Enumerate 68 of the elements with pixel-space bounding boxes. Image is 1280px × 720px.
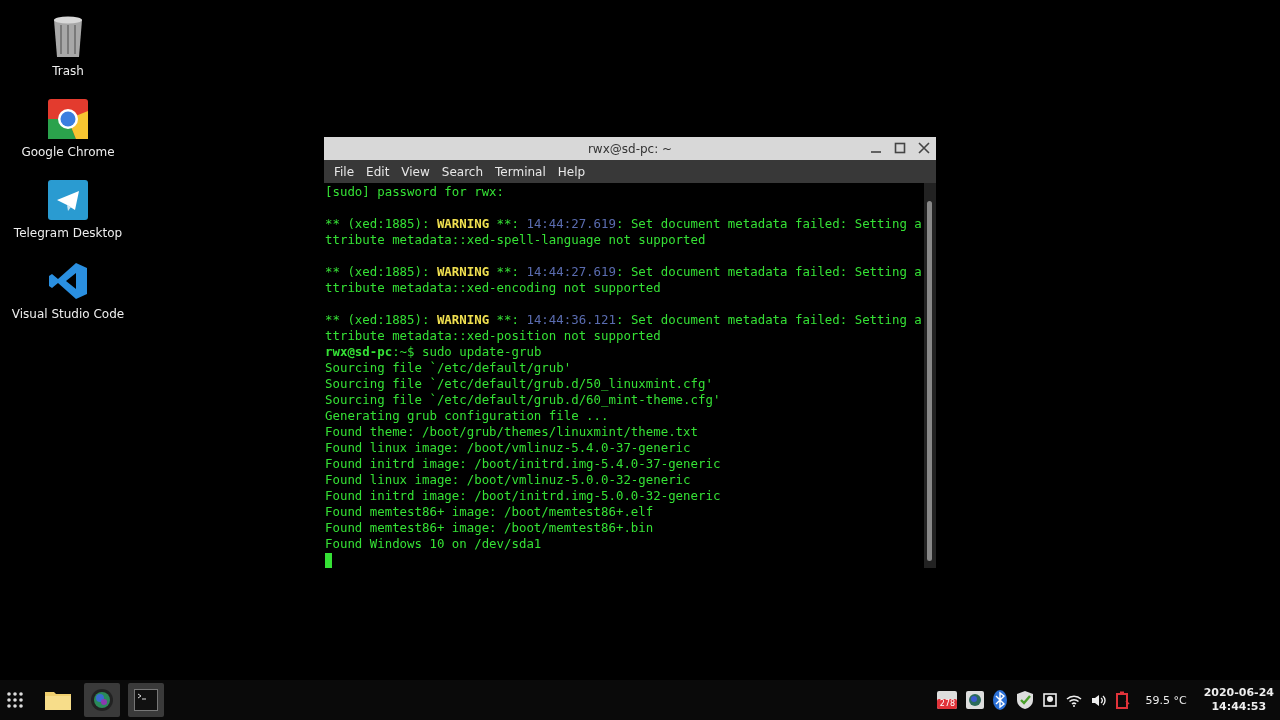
terminal-text: Found memtest86+ image: /boot/memtest86+.elf [325,504,654,519]
scrollbar[interactable] [924,183,936,568]
terminal-text: ttribute metadata::xed-position not supported [325,328,661,343]
terminal-text: ** (xed:1885): [325,312,431,327]
terminal-text: Found initrd image: /boot/initrd.img-5.4.0-37-generic [325,456,721,471]
menu-item[interactable]: Terminal [489,164,552,179]
timestamp: 14:44:27.619 [526,264,616,279]
terminal-text: Found theme: /boot/grub/themes/linuxmint/theme.txt [325,424,698,439]
terminal-text: Sourcing file `/etc/default/grub' [325,360,572,375]
desktop-icon-label[interactable]: Google Chrome [10,145,126,160]
mail-notification-icon[interactable]: 278 [937,691,958,709]
terminal-text: [sudo] password for rwx: [325,184,505,199]
terminal-text: Sourcing file `/etc/default/grub.d/60_mint-theme.cfg' [325,392,721,407]
volume-icon[interactable] [1091,693,1108,707]
terminal-text: **: [495,264,520,279]
terminal-text: Found initrd image: /boot/initrd.img-5.0.0-32-generic [325,488,721,503]
timestamp: 14:44:27.619 [526,216,616,231]
desktop-icon-label[interactable]: Telegram Desktop [10,226,126,241]
app-grid-menu-icon[interactable] [6,691,24,709]
close-icon[interactable] [918,142,930,154]
terminal-text: ** (xed:1885): [325,216,431,231]
desktop-icon-label[interactable]: Visual Studio Code [10,307,126,322]
terminal-text: Found linux image: /boot/vmlinuz-5.4.0-37-generic [325,440,691,455]
terminal-text: ** (xed:1885): [325,264,431,279]
terminal-icon [134,689,158,711]
menu-item[interactable]: Edit [360,164,396,179]
desktop-icon-label[interactable]: Trash [10,64,126,79]
terminal-text: Generating grub configuration file ... [325,408,609,423]
window-title: rwx@sd-pc: ~ [587,141,673,156]
terminal-text: **: [495,312,520,327]
clock-time[interactable]: 14:44:53 [1211,700,1267,714]
unread-count-badge: 278 [937,699,958,709]
menu-item[interactable]: File [328,164,361,179]
chrome-logo-icon[interactable] [48,99,88,139]
trash-can-icon[interactable] [53,16,83,58]
temperature-reading: 59.5 °C [1145,693,1187,707]
menu-item[interactable]: View [395,164,436,179]
maximize-icon[interactable] [894,142,906,154]
terminal-text: ttribute metadata::xed-encoding not supported [325,280,661,295]
terminal-text: : Set document metadata failed: Setting a [615,312,922,327]
code-editor-logo-icon[interactable] [48,261,88,301]
terminal-text: ttribute metadata::xed-spell-language not supported [325,232,706,247]
timestamp: 14:44:36.121 [526,312,616,327]
menu-item[interactable]: Help [551,164,592,179]
folder-icon [44,689,72,711]
terminal-text: Found memtest86+ image: /boot/memtest86+.bin [325,520,654,535]
terminal-text: :~$ sudo update-grub [392,344,542,359]
terminal-text: Found Windows 10 on /dev/sda1 [325,536,542,551]
camera-lens-icon [90,688,114,712]
shell-prompt: rwx@sd-pc [325,344,393,359]
menu-item[interactable]: Search [435,164,490,179]
warning-label: WARNING [436,312,490,327]
terminal-text: : Set document metadata failed: Setting a [615,264,922,279]
scrollbar-thumb[interactable] [927,201,932,561]
battery-icon[interactable] [1116,691,1131,709]
terminal-text: Found linux image: /boot/vmlinuz-5.0.0-32-generic [325,472,691,487]
camera-lens-icon[interactable] [966,691,985,709]
terminal-text: Sourcing file `/etc/default/grub.d/50_linuxmint.cfg' [325,376,713,391]
bluetooth-icon[interactable] [993,690,1008,710]
wifi-icon[interactable] [1066,693,1083,707]
paper-plane-icon[interactable] [48,180,88,220]
shield-check-icon[interactable] [1016,690,1035,710]
warning-label: WARNING [436,216,490,231]
terminal-text: **: [495,216,520,231]
warning-label: WARNING [436,264,490,279]
terminal-text: : Set document metadata failed: Setting a [615,216,922,231]
text-cursor [325,553,332,568]
clock-date[interactable]: 2020-06-24 [1203,686,1274,700]
